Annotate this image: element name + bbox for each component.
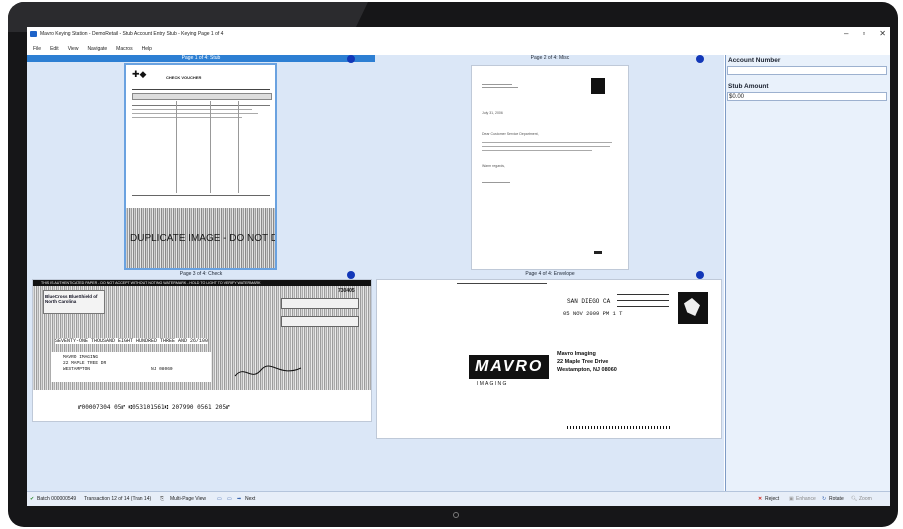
- pane-marker-dot: [696, 271, 704, 279]
- next-arrow-icon[interactable]: ➡: [237, 496, 241, 502]
- rotate-icon[interactable]: ↻: [822, 496, 826, 502]
- postmark-date: 05 NOV 2009 PM 1 T: [563, 310, 623, 317]
- letter-signoff: Warm regards,: [482, 164, 506, 168]
- minimize-button[interactable]: –: [844, 29, 848, 38]
- menu-edit[interactable]: Edit: [50, 46, 59, 52]
- signature-image: [234, 365, 302, 377]
- pane-header-check[interactable]: Page 3 of 4: Check: [27, 271, 375, 278]
- reject-button[interactable]: Reject: [765, 496, 779, 502]
- letter-greeting: Dear Customer Service Department,: [482, 132, 539, 136]
- app-icon: [30, 31, 37, 37]
- maximize-button[interactable]: ▫: [862, 29, 865, 38]
- pane-header-stub[interactable]: Page 1 of 4: Stub: [27, 55, 375, 62]
- check-image: THIS IS AUTHENTICATED PAPER - DO NOT ACC…: [32, 279, 372, 422]
- payee-line-3: WESTAMPTON: [63, 367, 91, 372]
- postage-stamp: [678, 292, 708, 324]
- letter-logo-block: [591, 78, 605, 94]
- rotate-button[interactable]: Rotate: [829, 496, 844, 502]
- pane-header-misc[interactable]: Page 2 of 4: Misc: [376, 55, 724, 62]
- status-bar: ✔ Batch 000000549 Transaction 12 of 14 (…: [27, 491, 890, 506]
- postal-barcode: [567, 426, 671, 429]
- stub-amount-input[interactable]: $0.00: [727, 92, 887, 101]
- menu-navigate[interactable]: Navigate: [87, 46, 107, 52]
- zoom-button[interactable]: Zoom: [859, 496, 872, 502]
- pane-header-envelope[interactable]: Page 4 of 4: Envelope: [376, 271, 724, 278]
- account-number-label: Account Number: [728, 57, 781, 64]
- menu-macros[interactable]: Macros: [116, 46, 132, 52]
- title-bar: Mavro Keying Station - DemoRetail - Stub…: [27, 27, 890, 42]
- batch-label: Batch 000000549: [37, 496, 77, 502]
- pane-marker-dot: [347, 271, 355, 279]
- data-entry-panel: Account Number Stub Amount $0.00: [725, 55, 890, 491]
- pane-envelope[interactable]: Page 4 of 4: Envelope SAN DIEGO CA 05 NO…: [376, 271, 724, 491]
- window-title: Mavro Keying Station - DemoRetail - Stub…: [40, 31, 224, 37]
- address-line-3: Westampton, NJ 08060: [557, 367, 617, 373]
- reject-icon[interactable]: ✕: [758, 496, 762, 502]
- zoom-icon[interactable]: 🔍︎: [851, 496, 857, 502]
- pane-misc[interactable]: Page 2 of 4: Misc July 31, 2006 Dear Cus…: [376, 55, 724, 270]
- letter-date: July 31, 2006: [482, 111, 503, 115]
- check-header-text: THIS IS AUTHENTICATED PAPER - DO NOT ACC…: [41, 280, 261, 285]
- app-window: Mavro Keying Station - DemoRetail - Stub…: [27, 27, 890, 506]
- check-number: 730405: [338, 288, 355, 294]
- transaction-label: Transaction 12 of 14 (Tran 14): [84, 496, 152, 502]
- stub-document-image: ✚◆ CHECK VOUCHER DUPLICATE IMAGE - DO NO…: [124, 63, 277, 270]
- duplicate-image-text: DUPLICATE IMAGE - DO NOT DEPOSIT: [130, 233, 275, 244]
- envelope-image: SAN DIEGO CA 05 NOV 2009 PM 1 T MAVRO I …: [376, 279, 722, 439]
- address-line-1: Mavro Imaging: [557, 351, 596, 357]
- stub-amount-label: Stub Amount: [728, 83, 769, 90]
- page-icon: ⎘: [160, 496, 165, 502]
- postmark-city: SAN DIEGO CA: [567, 298, 611, 305]
- enhance-button[interactable]: Enhance: [796, 496, 816, 502]
- pane-check[interactable]: Page 3 of 4: Check THIS IS AUTHENTICATED…: [27, 271, 375, 491]
- payee-line-2: 22 MAPLE TREE DR: [63, 361, 107, 366]
- enhance-icon[interactable]: ▣: [789, 496, 794, 502]
- misc-letter-image: July 31, 2006 Dear Customer Service Depa…: [471, 65, 629, 270]
- next-button[interactable]: Next: [245, 496, 255, 502]
- mavro-logo-block: MAVRO: [469, 355, 549, 379]
- menu-help[interactable]: Help: [142, 46, 152, 52]
- account-number-input[interactable]: [727, 66, 887, 75]
- menu-file[interactable]: File: [33, 46, 41, 52]
- pane-marker-dot: [347, 55, 355, 63]
- view-mode-label[interactable]: Multi-Page View: [170, 496, 206, 502]
- stub-heading: CHECK VOUCHER: [166, 75, 202, 80]
- pane-marker-dot: [696, 55, 704, 63]
- batch-check-icon: ✔: [30, 496, 35, 502]
- bcbs-logo: ✚◆: [132, 69, 147, 79]
- mavro-logo-sub: I M A G I N G: [477, 381, 507, 387]
- close-button[interactable]: ✕: [879, 29, 886, 38]
- two-page-icon[interactable]: ▭: [227, 496, 232, 502]
- mavro-logo: MAVRO: [475, 358, 544, 375]
- check-amount-words: SEVENTY-ONE THOUSAND EIGHT HUNDRED THREE…: [55, 338, 209, 344]
- payee-line-4: NJ 08060: [151, 367, 173, 372]
- payee-line-1: MAVRO IMAGING: [63, 355, 99, 360]
- menu-view[interactable]: View: [68, 46, 79, 52]
- image-workspace: Page 1 of 4: Stub ✚◆ CHECK VOUCHER DUPLI…: [27, 55, 724, 491]
- address-line-2: 22 Maple Tree Drive: [557, 359, 609, 365]
- single-page-icon[interactable]: ▭: [217, 496, 222, 502]
- power-indicator: [453, 512, 459, 518]
- check-micr-line: ⑈00007304 05⑈ ⑆053101561⑆ 207990 0561 20…: [78, 404, 230, 411]
- pane-stub[interactable]: Page 1 of 4: Stub ✚◆ CHECK VOUCHER DUPLI…: [27, 55, 375, 270]
- check-bank-name: BlueCross BlueShield of North Carolina: [45, 294, 98, 304]
- menu-bar: File Edit View Navigate Macros Help: [27, 42, 890, 55]
